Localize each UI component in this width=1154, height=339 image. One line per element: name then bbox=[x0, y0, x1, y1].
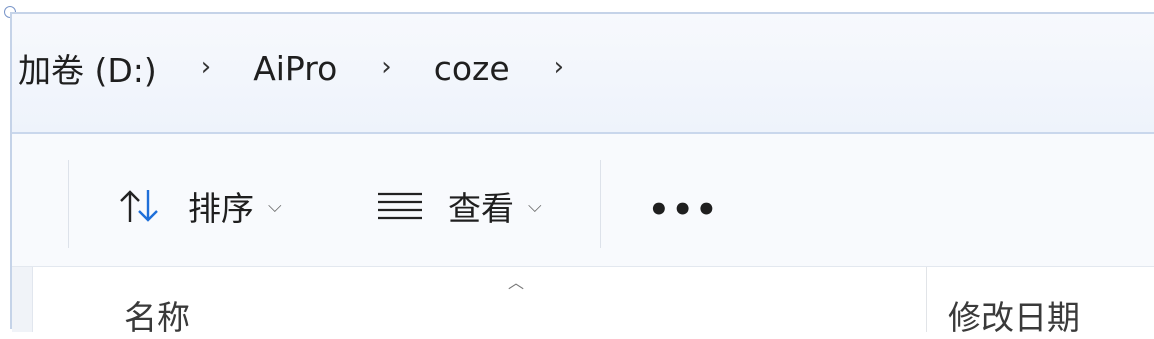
view-button[interactable]: 查看 ⌵ bbox=[376, 184, 542, 228]
breadcrumb-item-drive[interactable]: 加卷 (D:) bbox=[18, 44, 157, 92]
sort-button[interactable]: 排序 ⌵ bbox=[116, 184, 282, 228]
breadcrumb-separator-icon[interactable]: › bbox=[201, 52, 211, 82]
sort-indicator-icon: ︿ bbox=[508, 273, 525, 292]
file-explorer-window: 加卷 (D:) › AiPro › coze › 排序 ⌵ 查看 ⌵ ••• ︿… bbox=[10, 12, 1154, 337]
command-bar: 排序 ⌵ 查看 ⌵ ••• bbox=[12, 134, 1154, 266]
breadcrumb-drive-prefix: 加 bbox=[18, 51, 51, 90]
sort-label: 排序 bbox=[188, 189, 254, 228]
view-lines-icon bbox=[378, 192, 422, 220]
sort-arrows-icon bbox=[120, 190, 158, 222]
column-header-bar: ︿ 名称 修改日期 bbox=[12, 266, 1154, 337]
breadcrumb-item-aipro[interactable]: AiPro bbox=[253, 49, 337, 88]
view-label: 查看 bbox=[448, 189, 514, 228]
address-bar[interactable]: 加卷 (D:) › AiPro › coze › bbox=[12, 14, 1154, 132]
command-divider bbox=[600, 160, 601, 248]
breadcrumb: 加卷 (D:) › AiPro › coze › bbox=[18, 48, 606, 91]
breadcrumb-item-coze[interactable]: coze bbox=[434, 49, 510, 88]
chevron-down-icon: ⌵ bbox=[268, 195, 282, 217]
command-divider bbox=[68, 160, 69, 248]
column-header-name[interactable]: 名称 bbox=[124, 291, 190, 339]
breadcrumb-separator-icon[interactable]: › bbox=[554, 52, 564, 82]
chevron-down-icon: ⌵ bbox=[528, 195, 542, 217]
breadcrumb-drive-label: 卷 (D:) bbox=[51, 51, 157, 90]
column-resize-handle[interactable] bbox=[926, 267, 927, 332]
breadcrumb-separator-icon[interactable]: › bbox=[381, 52, 391, 82]
more-icon[interactable]: ••• bbox=[648, 190, 719, 230]
column-header-date-modified[interactable]: 修改日期 bbox=[948, 291, 1080, 339]
navigation-pane-edge[interactable] bbox=[12, 267, 33, 332]
